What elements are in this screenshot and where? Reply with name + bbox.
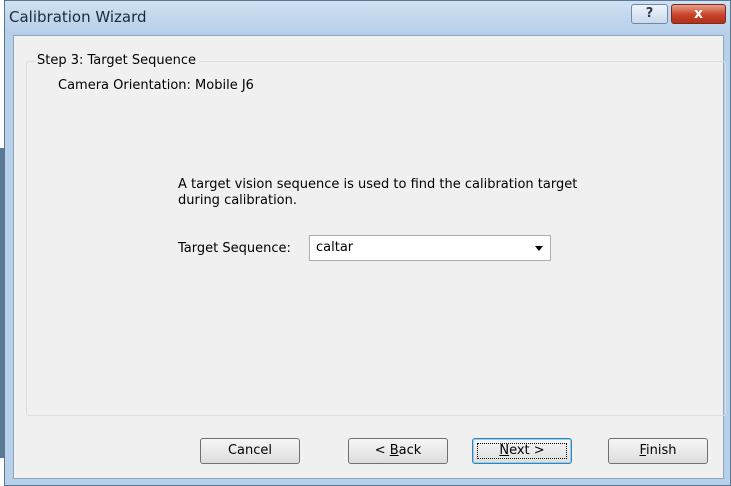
target-sequence-dropdown[interactable]: caltar	[309, 235, 551, 261]
cancel-label: Cancel	[227, 443, 273, 458]
wizard-window: Calibration Wizard ? x Step 3: Target Se…	[4, 0, 731, 486]
dropdown-arrow-icon	[535, 246, 543, 251]
dialog-client-area: Step 3: Target Sequence Camera Orientati…	[13, 35, 726, 479]
close-button[interactable]: x	[671, 4, 726, 24]
step-title: Step 3: Target Sequence	[34, 53, 199, 68]
window-edge-accent	[0, 148, 4, 458]
next-button[interactable]: Next >	[472, 438, 572, 464]
camera-orientation-text: Camera Orientation: Mobile J6	[58, 78, 254, 93]
back-label-mnemonic: B	[389, 443, 399, 458]
title-bar[interactable]: Calibration Wizard ? x	[5, 1, 730, 35]
focus-rectangle	[477, 443, 567, 459]
help-icon: ?	[645, 6, 654, 21]
finish-label-rest: inish	[646, 443, 677, 458]
close-icon: x	[693, 6, 704, 22]
window-title: Calibration Wizard	[9, 8, 147, 26]
back-label-prefix: <	[374, 443, 390, 458]
target-sequence-label: Target Sequence:	[178, 241, 291, 256]
cancel-button[interactable]: Cancel	[200, 438, 300, 464]
target-sequence-value: caltar	[316, 240, 354, 255]
help-button[interactable]: ?	[631, 4, 668, 24]
back-label-rest: ack	[398, 443, 422, 458]
step-description: A target vision sequence is used to find…	[178, 177, 578, 208]
finish-button[interactable]: Finish	[608, 438, 708, 464]
back-button[interactable]: < Back	[348, 438, 448, 464]
